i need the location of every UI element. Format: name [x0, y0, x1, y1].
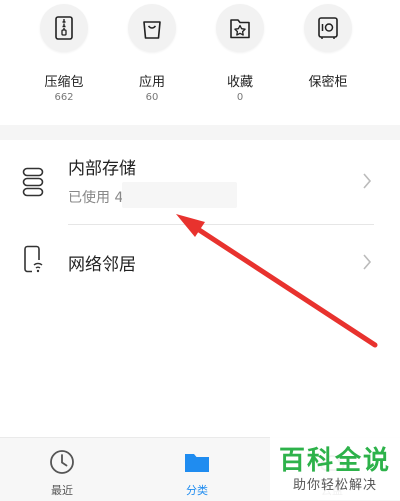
tab-categories[interactable]: 分类: [147, 438, 247, 501]
watermark-logo: 百科全说 助你轻松解决: [270, 437, 400, 500]
safe-icon: [304, 4, 352, 52]
section-divider: [0, 125, 400, 140]
chevron-right-icon: [362, 253, 372, 275]
category-label: 应用: [138, 75, 165, 90]
category-zip[interactable]: 压缩包 662: [24, 0, 104, 118]
category-count: 0: [236, 92, 244, 103]
category-label: 收藏: [226, 75, 253, 90]
tab-label: 分类: [186, 484, 208, 497]
chevron-right-icon: [362, 172, 372, 194]
category-label: 压缩包: [44, 75, 84, 90]
clock-icon: [49, 448, 75, 480]
storage-title: 内部存储: [68, 159, 136, 179]
network-neighbors-row[interactable]: 网络邻居: [0, 225, 400, 300]
category-count: 662: [54, 92, 74, 103]
phone-wifi-icon: [22, 245, 44, 279]
network-title: 网络邻居: [68, 255, 136, 275]
watermark-slogan: 助你轻松解决: [292, 478, 377, 493]
watermark-title: 百科全说: [278, 446, 391, 476]
tab-recent[interactable]: 最近: [12, 438, 112, 501]
category-favorites[interactable]: 收藏 0: [200, 0, 280, 118]
folder-icon: [184, 448, 210, 480]
category-count: 60: [145, 92, 159, 103]
category-label: 保密柜: [308, 75, 348, 90]
category-apps[interactable]: 应用 60: [112, 0, 192, 118]
star-folder-icon: [216, 4, 264, 52]
redacted-usage: [122, 182, 237, 208]
storage-icon: [22, 167, 44, 201]
category-row: 压缩包 662 应用 60 收藏 0 保密柜: [0, 0, 400, 125]
storage-usage: 已使用 4: [68, 190, 124, 206]
category-safe[interactable]: 保密柜: [288, 0, 368, 118]
zip-icon: [40, 4, 88, 52]
tab-label: 最近: [51, 484, 73, 497]
bag-icon: [128, 4, 176, 52]
